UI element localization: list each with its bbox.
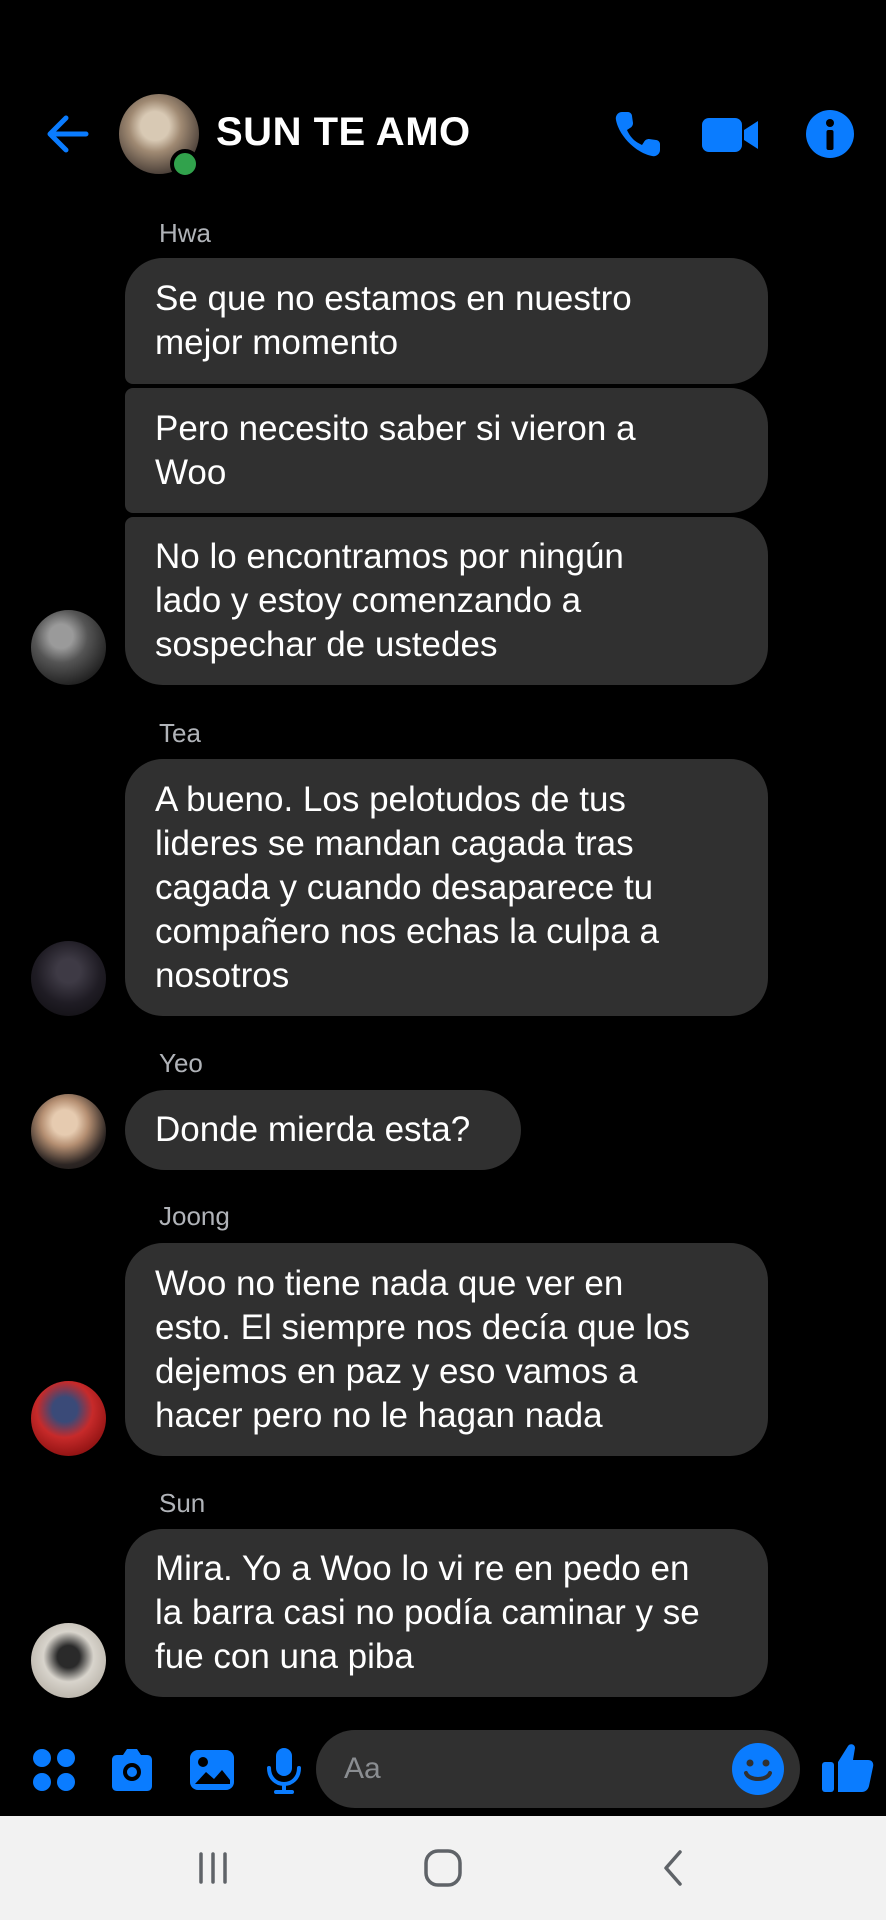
message-bubble[interactable]: Se que no estamos en nuestro mejor momen… [125,258,768,384]
sender-name: Sun [159,1488,206,1518]
sender-name: Tea [159,718,201,748]
home-icon[interactable] [417,1842,469,1894]
back-arrow-icon[interactable] [40,106,96,162]
avatar[interactable] [31,941,106,1016]
avatar[interactable] [31,610,106,685]
message-bubble[interactable]: A bueno. Los pelotudos de tus lideres se… [125,759,768,1016]
thumbs-up-icon[interactable] [818,1738,876,1796]
apps-grid-icon[interactable] [28,1744,80,1796]
online-status-dot [170,149,200,179]
chat-header [0,0,886,200]
message-bubble[interactable]: Donde mierda esta? [125,1090,521,1170]
avatar[interactable] [31,1381,106,1456]
message-bubble[interactable]: Woo no tiene nada que ver en esto. El si… [125,1243,768,1456]
back-nav-icon[interactable] [648,1842,700,1894]
message-bubble[interactable]: Pero necesito saber si vieron a Woo [125,388,768,513]
chat-title[interactable]: SUN TE AMO [216,110,471,155]
emoji-icon[interactable] [730,1741,786,1797]
avatar[interactable] [31,1094,106,1169]
message-bubble[interactable]: No lo encontramos por ningún lado y esto… [125,517,768,685]
message-bubble[interactable]: Mira. Yo a Woo lo vi re en pedo en la ba… [125,1529,768,1697]
avatar[interactable] [31,1623,106,1698]
info-icon[interactable] [800,104,860,164]
sender-name: Hwa [159,218,212,248]
camera-icon[interactable] [106,1744,158,1796]
message-input-placeholder: Aa [344,1752,381,1785]
recent-apps-icon[interactable] [187,1842,239,1894]
message-input[interactable] [316,1730,800,1808]
video-camera-icon[interactable] [700,104,760,164]
phone-icon[interactable] [608,104,668,164]
sender-name: Joong [159,1201,230,1231]
microphone-icon[interactable] [258,1744,310,1796]
sender-name: Yeo [159,1048,203,1078]
gallery-icon[interactable] [186,1744,238,1796]
